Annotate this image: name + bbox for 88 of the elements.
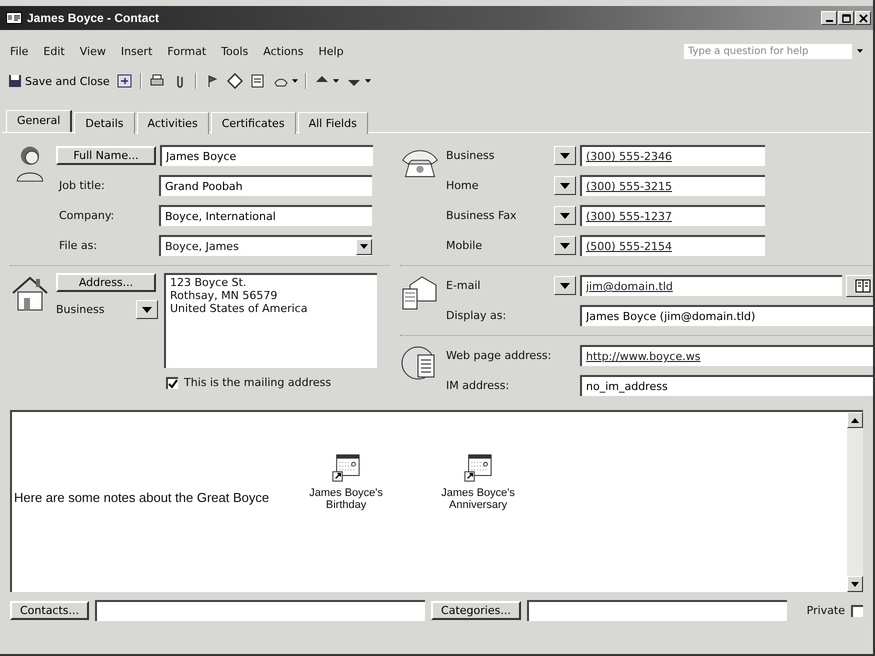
minimize-button[interactable] — [821, 11, 837, 25]
attachment-label[interactable]: James Boyce's Anniversary — [433, 487, 524, 511]
menu-item[interactable]: File — [10, 44, 28, 58]
phone-type-dropdown[interactable] — [554, 206, 576, 225]
menu-item[interactable]: Tools — [221, 44, 248, 58]
down-arrow-icon — [142, 306, 152, 312]
company-field[interactable]: Boyce, International — [159, 205, 372, 226]
phone-number-field[interactable]: (300) 555-1237 — [580, 205, 765, 226]
maximize-icon — [842, 14, 850, 22]
phone-number-field[interactable]: (500) 555-2154 — [580, 235, 765, 256]
attachment-label[interactable]: James Boyce's Birthday — [301, 487, 392, 511]
private-label: Private — [806, 604, 845, 617]
help-search-field[interactable]: Type a question for help — [684, 44, 852, 58]
phone-type-label: Business — [446, 149, 496, 162]
caret-icon[interactable] — [292, 79, 298, 83]
mailing-address-checkbox[interactable] — [166, 376, 178, 388]
menu-item[interactable]: Edit — [43, 44, 65, 58]
checkmark-icon — [168, 378, 178, 388]
contacts-button[interactable]: Contacts... — [10, 601, 90, 620]
email-field[interactable]: jim@domain.tld — [580, 275, 842, 296]
address-book-button[interactable] — [846, 274, 873, 296]
job-title-label: Job title: — [58, 179, 106, 192]
up-arrow-icon — [851, 418, 859, 422]
address-type-dropdown[interactable] — [136, 300, 158, 319]
menu-item[interactable]: Help — [318, 44, 344, 58]
job-title-field[interactable]: Grand Poobah — [159, 175, 372, 196]
phone-type-label: Mobile — [446, 239, 484, 252]
down-arrow-icon — [560, 152, 570, 158]
tab[interactable]: Certificates — [210, 112, 296, 134]
down-arrow-icon — [360, 244, 368, 249]
phone-type-label: Home — [446, 179, 480, 192]
company-label: Company: — [58, 209, 116, 222]
calendar-shortcut-icon[interactable] — [463, 453, 494, 483]
tab[interactable]: General — [6, 110, 72, 132]
email-label: E-mail — [446, 279, 482, 292]
window-title: James Boyce - Contact — [27, 11, 160, 25]
file-as-combo[interactable]: Boyce, James — [159, 235, 372, 256]
down-arrow-icon — [560, 212, 570, 218]
address-field[interactable]: 123 Boyce St. Rothsay, MN 56579 United States of America — [164, 273, 377, 368]
menu-item[interactable]: Format — [167, 44, 206, 58]
phone-number-field[interactable]: (300) 555-2346 — [580, 145, 765, 166]
categories-field[interactable] — [526, 600, 787, 621]
contact-page-icon[interactable] — [250, 73, 266, 89]
phone-type-dropdown[interactable] — [554, 236, 576, 255]
down-arrow-icon — [560, 242, 570, 248]
diamond-icon[interactable] — [226, 73, 243, 89]
mailing-address-label: This is the mailing address — [184, 376, 332, 389]
im-address-field[interactable]: no_im_address — [580, 375, 873, 396]
caret-icon[interactable] — [857, 49, 863, 53]
phone-type-dropdown[interactable] — [554, 176, 576, 195]
tab[interactable]: Activities — [136, 112, 209, 134]
tab[interactable]: All Fields — [298, 112, 368, 134]
tab[interactable]: Details — [74, 112, 134, 134]
contacts-field[interactable] — [95, 600, 426, 621]
save-as-icon[interactable] — [116, 73, 133, 89]
web-page-field[interactable]: http://www.boyce.ws — [580, 345, 873, 366]
full-name-button[interactable]: Full Name... — [56, 146, 156, 165]
phone-type-label: Business Fax — [446, 209, 518, 222]
down-arrow-icon — [560, 282, 570, 288]
down-arrow-icon — [851, 582, 859, 586]
web-page-label: Web page address: — [446, 349, 552, 362]
caret-icon[interactable] — [364, 79, 371, 83]
private-checkbox[interactable] — [851, 604, 863, 616]
maximize-button[interactable] — [838, 11, 854, 25]
file-as-label: File as: — [58, 239, 98, 252]
contact-card-icon — [6, 12, 22, 24]
phone-number-field[interactable]: (300) 555-3215 — [580, 175, 765, 196]
calendar-shortcut-icon[interactable] — [331, 453, 362, 483]
menu-item[interactable]: View — [80, 44, 106, 58]
down-arrow-icon — [560, 182, 570, 188]
close-button[interactable] — [855, 11, 871, 25]
notes-text: Here are some notes about the Great Boyce — [14, 488, 270, 504]
scrollbar[interactable] — [847, 412, 863, 592]
categories-button[interactable]: Categories... — [431, 601, 521, 620]
close-icon — [858, 14, 868, 22]
email-type-dropdown[interactable] — [554, 276, 576, 295]
display-as-label: Display as: — [446, 309, 508, 322]
im-address-label: IM address: — [446, 379, 510, 392]
caret-icon[interactable] — [332, 79, 339, 83]
save-and-close-button[interactable]: Save and Close — [8, 74, 110, 88]
phone-type-dropdown[interactable] — [554, 146, 576, 165]
address-button[interactable]: Address... — [56, 273, 156, 292]
notes-area[interactable]: Here are some notes about the Great Boyce James Boyce's Birthday James Boyce's Anniversary — [10, 410, 863, 592]
menu-item[interactable]: Insert — [120, 44, 152, 58]
book-icon — [855, 278, 871, 292]
menu-item[interactable]: Actions — [263, 44, 304, 58]
minimize-icon — [826, 20, 832, 22]
address-type-label: Business — [56, 303, 105, 316]
